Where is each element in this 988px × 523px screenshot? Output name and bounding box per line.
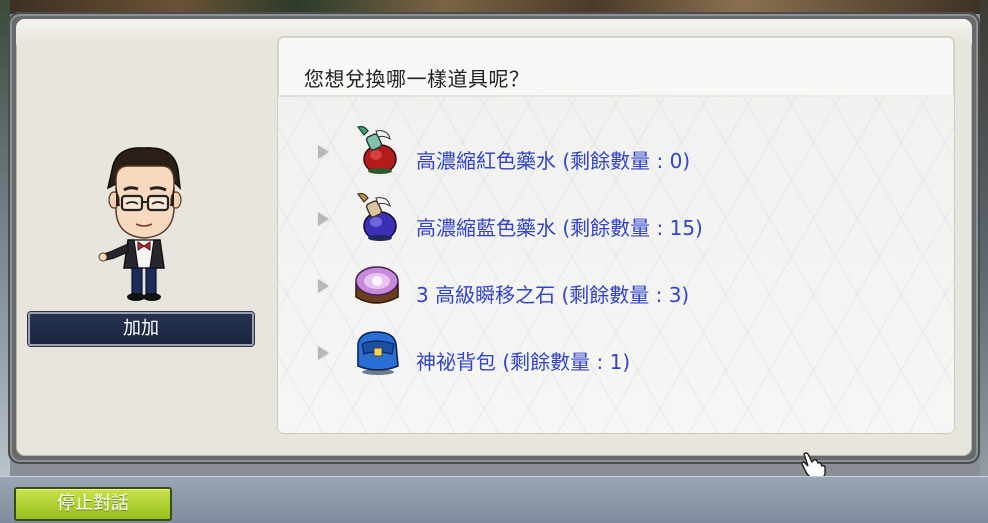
- option-label: 神祕背包 (剩餘數量 : 1): [416, 350, 631, 374]
- option-mystery-bag[interactable]: 神祕背包 (剩餘數量 : 1): [312, 324, 932, 380]
- npc-portrait-area: 加加: [14, 32, 264, 422]
- npc-character-sprite: [98, 147, 182, 301]
- option-label: 高濃縮藍色藥水 (剩餘數量 : 15): [416, 216, 703, 240]
- question-divider: [278, 95, 954, 97]
- option-arrow-icon: [318, 145, 329, 159]
- game-world-edge-right: [980, 0, 988, 522]
- teleport-stone-icon: [355, 266, 399, 304]
- option-teleport-stone[interactable]: 3 高級瞬移之石 (剩餘數量 : 3): [312, 257, 932, 313]
- option-label: 3 高級瞬移之石 (剩餘數量 : 3): [416, 283, 690, 307]
- bottom-bar: 停止對話: [0, 476, 988, 523]
- stop-conversation-button[interactable]: 停止對話: [14, 487, 172, 521]
- blue-potion-icon: [357, 192, 397, 241]
- option-red-potion[interactable]: 高濃縮紅色藥水 (剩餘數量 : 0): [312, 123, 932, 179]
- dialog-text-panel: 您想兌換哪一樣道具呢？ 高濃縮紅色藥水 (剩餘數量 : 0) 高濃縮藍色藥水 (…: [278, 37, 954, 433]
- option-arrow-icon: [318, 346, 329, 360]
- option-blue-potion[interactable]: 高濃縮藍色藥水 (剩餘數量 : 15): [312, 190, 932, 246]
- option-arrow-icon: [318, 279, 329, 293]
- option-label: 高濃縮紅色藥水 (剩餘數量 : 0): [416, 149, 691, 173]
- npc-name-plate: 加加: [28, 312, 254, 346]
- mystery-bag-icon: [357, 331, 399, 375]
- red-potion-icon: [357, 125, 397, 174]
- option-arrow-icon: [318, 212, 329, 226]
- dialog-question: 您想兌換哪一樣道具呢？: [304, 67, 530, 91]
